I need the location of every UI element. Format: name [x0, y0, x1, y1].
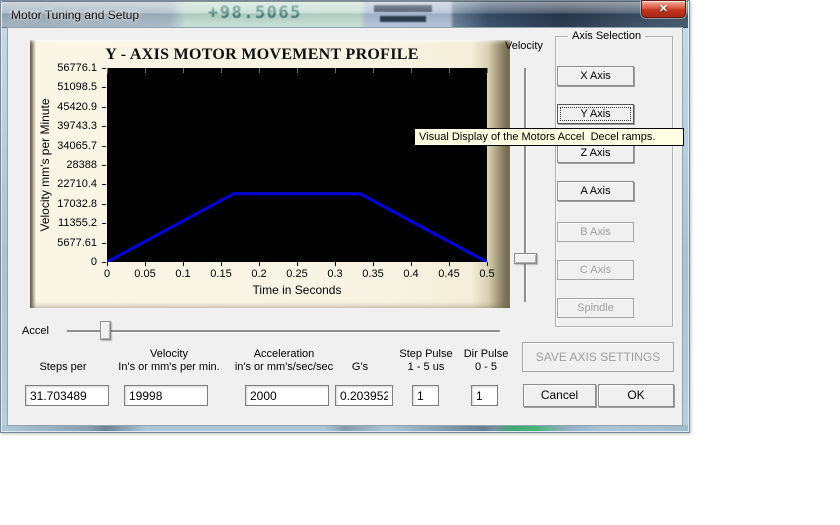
y-tick-mark — [102, 146, 106, 147]
cancel-button[interactable]: Cancel — [523, 384, 596, 407]
background-artifact — [380, 16, 426, 22]
x-tick-mark — [411, 262, 412, 266]
x-tick-label: 0.3 — [327, 268, 342, 280]
y-tick-mark — [102, 107, 106, 108]
tooltip: Visual Display of the Motors Accel Decel… — [414, 128, 684, 146]
close-icon[interactable]: ✕ — [641, 0, 686, 18]
dialog-client-area: Y - AXIS MOTOR MOVEMENT PROFILE Velocity… — [8, 28, 682, 425]
y-tick-label: 45420.9 — [57, 101, 97, 113]
y-tick-mark — [102, 87, 106, 88]
motor-profile-chart: Y - AXIS MOTOR MOVEMENT PROFILE Velocity… — [30, 40, 510, 308]
x-tick-label: 0.2 — [251, 268, 266, 280]
step-pulse-input[interactable] — [412, 385, 439, 406]
axis-button-b-axis: B Axis — [557, 222, 634, 242]
y-tick-label: 28388 — [66, 159, 97, 171]
x-tick-label: 0.05 — [134, 268, 155, 280]
y-tick-label: 22710.4 — [57, 178, 97, 190]
y-tick-label: 34065.7 — [57, 140, 97, 152]
axis-button-y-axis[interactable]: Y Axis — [557, 104, 634, 124]
y-axis-tick-labels: 56776.151098.545420.939743.334065.728388… — [30, 68, 102, 262]
y-tick-mark — [102, 243, 106, 244]
motor-tuning-dialog: +98.5065 Motor Tuning and Setup ✕ Y - AX… — [0, 0, 690, 433]
top-tick-mark — [297, 68, 298, 73]
velocity-profile-line — [107, 68, 487, 262]
top-tick-mark — [335, 68, 336, 73]
axis-button-c-axis: C Axis — [557, 260, 634, 280]
y-tick-label: 11355.2 — [58, 217, 97, 229]
y-tick-label: 56776.1 — [57, 62, 97, 74]
acceleration-input[interactable] — [245, 385, 329, 406]
x-tick-mark — [259, 262, 260, 266]
accel-slider-thumb[interactable] — [100, 321, 111, 340]
velocity-slider-thumb[interactable] — [514, 253, 537, 264]
x-tick-label: 0.45 — [438, 268, 459, 280]
y-tick-mark — [102, 184, 106, 185]
background-dro-readout: +98.5065 — [208, 3, 302, 23]
x-tick-mark — [373, 262, 374, 266]
x-tick-mark — [145, 262, 146, 266]
chart-title: Y - AXIS MOTOR MOVEMENT PROFILE — [30, 46, 494, 64]
axis-selection-title: Axis Selection — [568, 30, 645, 42]
top-tick-mark — [145, 68, 146, 73]
window-title: Motor Tuning and Setup — [11, 8, 139, 22]
screen: +98.5065 Motor Tuning and Setup ✕ Y - AX… — [0, 0, 840, 525]
top-tick-mark — [183, 68, 184, 73]
x-tick-label: 0.35 — [362, 268, 383, 280]
save-axis-settings-button: SAVE AXIS SETTINGS — [522, 342, 674, 372]
x-tick-label: 0.25 — [286, 268, 307, 280]
y-tick-mark — [102, 68, 106, 69]
top-tick-mark — [373, 68, 374, 73]
velocity-slider-track[interactable] — [524, 68, 526, 302]
x-tick-mark — [487, 262, 488, 266]
background-artifact — [374, 5, 432, 12]
x-tick-mark — [183, 262, 184, 266]
ok-button[interactable]: OK — [598, 384, 674, 407]
velocity-slider-label: Velocity — [505, 40, 543, 52]
y-tick-label: 17032.8 — [57, 198, 97, 210]
top-tick-mark — [107, 68, 108, 73]
top-tick-mark — [259, 68, 260, 73]
gs-input[interactable] — [335, 385, 393, 406]
y-tick-label: 5677.61 — [57, 237, 97, 249]
x-tick-mark — [221, 262, 222, 266]
top-tick-mark — [411, 68, 412, 73]
x-axis-title: Time in Seconds — [107, 283, 487, 297]
accel-slider-label: Accel — [22, 325, 49, 337]
plot-area — [107, 68, 487, 262]
y-tick-label: 0 — [91, 256, 97, 268]
x-tick-label: 0.5 — [479, 268, 494, 280]
steps-per-input[interactable] — [25, 385, 109, 406]
y-tick-label: 51098.5 — [57, 81, 97, 93]
x-tick-label: 0.15 — [210, 268, 231, 280]
x-tick-label: 0 — [104, 268, 110, 280]
x-axis-tick-labels: 00.050.10.150.20.250.30.350.40.450.5 — [107, 268, 487, 282]
axis-button-spindle: Spindle — [557, 298, 634, 318]
top-tick-mark — [449, 68, 450, 73]
x-tick-label: 0.4 — [403, 268, 418, 280]
accel-slider-track[interactable] — [67, 330, 500, 332]
x-tick-mark — [107, 262, 108, 266]
top-tick-mark — [487, 68, 488, 73]
top-tick-mark — [221, 68, 222, 73]
x-tick-mark — [335, 262, 336, 266]
title-bar[interactable]: +98.5065 Motor Tuning and Setup — [2, 1, 688, 28]
velocity-input[interactable] — [124, 385, 208, 406]
y-tick-mark — [102, 204, 106, 205]
y-tick-mark — [102, 165, 106, 166]
axis-button-z-axis[interactable]: Z Axis — [557, 143, 634, 163]
y-tick-mark — [102, 223, 106, 224]
y-tick-label: 39743.3 — [57, 120, 97, 132]
axis-button-x-axis[interactable]: X Axis — [557, 66, 634, 86]
y-tick-mark — [102, 126, 106, 127]
dir-pulse-input[interactable] — [471, 385, 498, 406]
x-tick-label: 0.1 — [175, 268, 190, 280]
axis-button-a-axis[interactable]: A Axis — [557, 181, 634, 201]
x-tick-mark — [449, 262, 450, 266]
window-frame-bottom — [2, 425, 688, 431]
x-tick-mark — [297, 262, 298, 266]
y-tick-mark — [102, 262, 106, 263]
